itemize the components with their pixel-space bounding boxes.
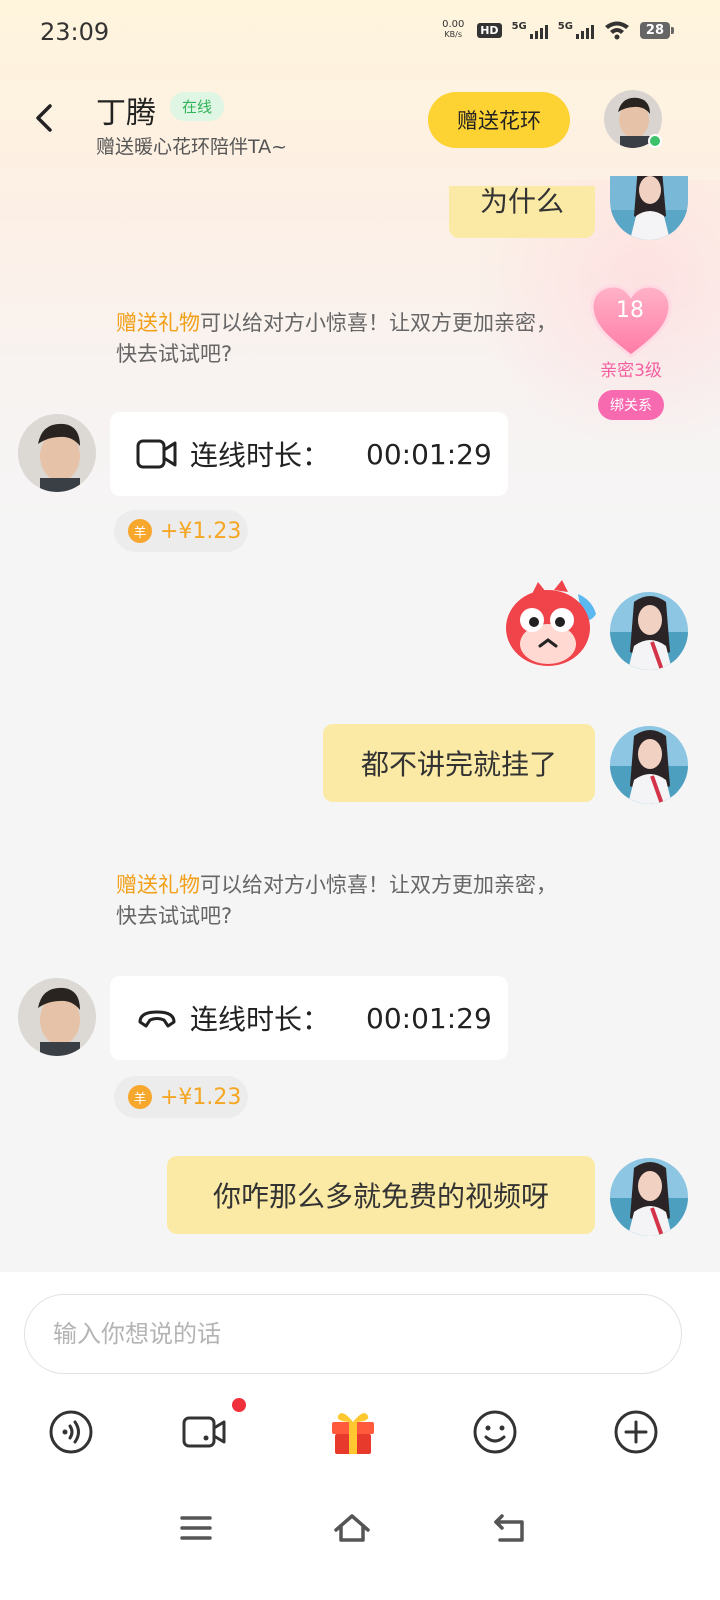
earning-badge: 羊 +¥1.23 [114,1076,248,1118]
coin-icon: 羊 [128,519,152,543]
message-bubble-outgoing[interactable]: 都不讲完就挂了 [323,724,595,802]
earning-amount: +¥1.23 [160,518,242,544]
notification-dot [232,1398,246,1412]
hangup-call-icon [138,1010,176,1028]
signal-icon: 5G [558,21,594,39]
header-subtitle: 赠送暖心花环陪伴TA~ [96,136,288,158]
sweating-emoji-sticker[interactable] [502,578,602,670]
gift-tip-link[interactable]: 赠送礼物 [116,873,200,897]
system-nav-bar [0,1490,720,1600]
bind-relationship-button[interactable]: 绑关系 [598,390,664,420]
message-bubble-outgoing[interactable]: 你咋那么多就免费的视频呀 [167,1156,595,1234]
voice-icon[interactable] [47,1408,95,1456]
video-icon[interactable] [180,1408,228,1456]
contact-avatar[interactable] [18,978,96,1056]
message-input-box[interactable] [24,1294,682,1374]
chat-header: 丁腾 在线 赠送暖心花环陪伴TA~ 赠送花环 [0,70,720,180]
intimacy-level: 亲密3级 [600,361,662,381]
call-record-card[interactable]: 连线时长： 00:01:29 [110,976,508,1060]
message-bubble-outgoing[interactable]: 为什么 [449,185,595,238]
emoji-icon[interactable] [471,1408,519,1456]
gift-tip-link[interactable]: 赠送礼物 [116,311,200,335]
net-speed: 0.00 KB/s [442,19,465,40]
call-duration: 00:01:29 [366,1001,492,1035]
home-icon[interactable] [332,1508,372,1548]
gift-tip: 赠送礼物可以给对方小惊喜！让双方更加亲密，快去试试吧? [116,873,557,928]
status-icons: 0.00 KB/s HD 5G 5G 28 [439,19,675,40]
intimacy-widget[interactable]: 18 亲密3级 绑关系 [590,284,672,424]
gift-tip: 赠送礼物可以给对方小惊喜！让双方更加亲密，快去试试吧? [116,311,557,366]
online-status-badge: 在线 [170,92,225,121]
send-garland-button[interactable]: 赠送花环 [428,92,570,148]
my-avatar[interactable] [610,1158,688,1236]
hd-icon: HD [477,22,502,38]
menu-icon[interactable] [176,1508,216,1548]
my-avatar[interactable] [610,726,688,804]
call-record-card[interactable]: 连线时长： 00:01:29 [110,412,508,496]
contact-name: 丁腾 [96,96,156,131]
intimacy-number: 18 [616,298,644,323]
status-time: 23:09 [40,18,110,46]
online-indicator [648,134,662,148]
gift-icon[interactable] [328,1406,378,1456]
plus-icon[interactable] [612,1408,660,1456]
status-bar: 23:09 0.00 KB/s HD 5G 5G 28 [0,0,720,64]
back-nav-icon[interactable] [490,1508,530,1548]
my-avatar[interactable] [610,592,688,670]
coin-icon: 羊 [128,1085,152,1109]
earning-badge: 羊 +¥1.23 [114,510,248,552]
battery-icon: 28 [639,21,675,39]
wifi-icon [604,21,629,40]
earning-amount: +¥1.23 [160,1084,242,1110]
call-duration: 00:01:29 [366,437,492,471]
call-duration-label: 连线时长： [190,439,331,472]
contact-avatar[interactable] [18,414,96,492]
message-input[interactable] [53,1320,613,1348]
chat-toolbar [0,1398,720,1468]
back-arrow-icon[interactable] [24,98,64,138]
video-call-icon [136,439,177,469]
signal-icon: 5G [512,21,548,39]
call-duration-label: 连线时长： [190,1003,331,1036]
